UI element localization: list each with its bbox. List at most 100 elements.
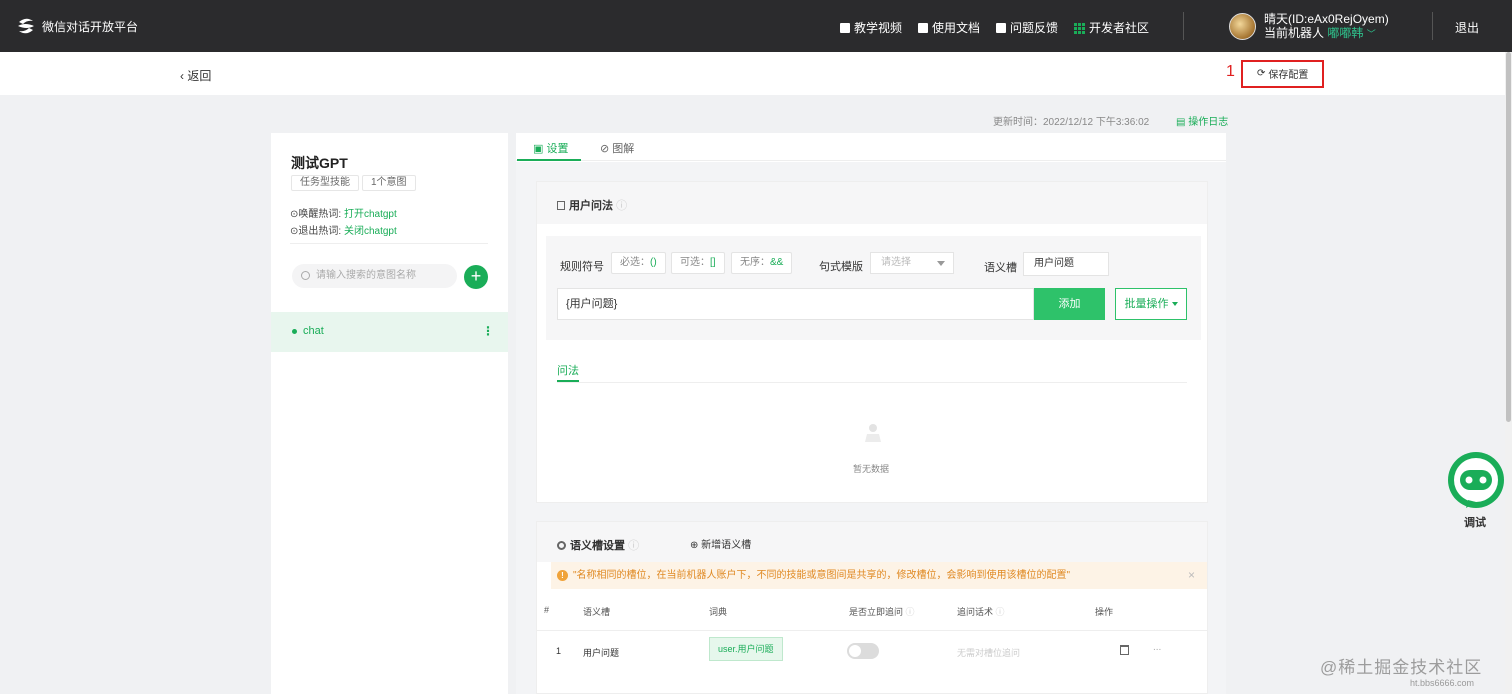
immediate-followup-toggle[interactable] <box>847 643 879 659</box>
document-icon <box>918 22 929 33</box>
card-title: 用户问法 <box>569 200 613 212</box>
column-header: 词典 <box>709 607 728 617</box>
user-menu[interactable]: 晴天(ID:eAx0RejOyem) 当前机器人 嘟嘟韩 ﹀ <box>1229 12 1389 41</box>
divider <box>1183 12 1184 40</box>
close-icon[interactable]: × <box>1188 562 1195 589</box>
annotation-box-1 <box>1241 60 1324 88</box>
user-name: 晴天(ID:eAx0RejOyem) <box>1264 12 1389 26</box>
nav-docs[interactable]: 使用文档 <box>918 19 980 36</box>
more-icon[interactable]: ... <box>1153 642 1161 653</box>
grid-icon <box>1074 22 1086 34</box>
followup-text-input[interactable]: 无需对槽位追问 <box>957 646 1020 659</box>
debug-label[interactable]: 调试 <box>1464 514 1486 530</box>
user-utterance-card: 用户问法 ⓘ 规则符号 必选：() 可选：[] 无序：&& 句式模版 请选择 语… <box>536 181 1208 503</box>
logout-button[interactable]: 退出 <box>1455 19 1479 36</box>
annotation-number-1: 1 <box>1226 63 1235 80</box>
more-icon[interactable]: ⋮ <box>482 324 494 338</box>
divider <box>1432 12 1433 40</box>
help-icon: ⓘ <box>905 607 915 617</box>
top-nav: 教学视频 使用文档 问题反馈 开发者社区 <box>840 19 1149 36</box>
help-icon: ⓘ <box>628 540 640 552</box>
scrollbar-thumb[interactable] <box>1506 52 1511 422</box>
platform-logo-icon <box>18 18 34 34</box>
unordered-symbol-chip[interactable]: 无序：&& <box>731 252 793 274</box>
rule-symbol-label: 规则符号 <box>560 261 604 273</box>
divider <box>557 382 1187 383</box>
wake-hotword: ⊙唤醒热词: 打开chatgpt <box>290 209 397 220</box>
debug-robot-icon[interactable] <box>1446 450 1506 512</box>
column-header: 是否立即追问 ⓘ <box>849 607 915 617</box>
column-header: 追问话术 ⓘ <box>957 607 1005 617</box>
document-icon <box>557 201 565 210</box>
gear-icon <box>557 541 566 550</box>
intent-count-tag: 1个意图 <box>362 175 416 191</box>
dictionary-tag[interactable]: user.用户问题 <box>709 637 783 661</box>
back-button[interactable]: ‹ 返回 <box>180 67 211 84</box>
tab-utterances[interactable]: 问法 <box>557 362 579 378</box>
bot-label: 当前机器人 <box>1264 26 1325 40</box>
empty-box-icon <box>865 424 881 442</box>
nav-feedback[interactable]: 问题反馈 <box>996 19 1058 36</box>
card-header: 语义槽设置 ⓘ ⊕ 新增语义槽 <box>537 522 1207 562</box>
settings-icon: ▣ <box>533 143 547 155</box>
log-icon: ▤ <box>1176 117 1189 128</box>
column-header: 操作 <box>1095 607 1114 617</box>
bot-name: 嘟嘟韩 <box>1327 26 1364 40</box>
template-select[interactable]: 请选择 <box>870 252 954 274</box>
status-dot <box>292 329 297 334</box>
video-icon <box>840 22 850 33</box>
slot-settings-card: 语义槽设置 ⓘ ⊕ 新增语义槽 ! "名称相同的槽位，在当前机器人账户下，不同的… <box>536 521 1208 694</box>
intent-sidebar: 测试GPT 任务型技能 1个意图 ⊙唤醒热词: 打开chatgpt ⊙退出热词:… <box>271 133 508 694</box>
avatar <box>1229 13 1256 40</box>
warning-icon: ! <box>557 570 568 581</box>
alert-text: "名称相同的槽位，在当前机器人账户下，不同的技能或意图间是共享的，修改槽位，会影… <box>573 570 1071 581</box>
rule-editor: 规则符号 必选：() 可选：[] 无序：&& 句式模版 请选择 语义槽 用户问题… <box>546 236 1201 340</box>
search-icon <box>301 271 310 280</box>
slot-input[interactable]: 用户问题 <box>1023 252 1109 276</box>
required-symbol-chip[interactable]: 必选：() <box>611 252 666 274</box>
skill-title: 测试GPT <box>291 155 348 171</box>
batch-operation-button[interactable]: 批量操作 <box>1115 288 1187 320</box>
tab-diagram[interactable]: ⊘ 图解 <box>600 140 634 156</box>
card-header: 用户问法 ⓘ <box>537 182 1207 224</box>
tab-indicator <box>517 159 581 161</box>
help-icon: ⓘ <box>995 607 1005 617</box>
column-header: 语义槽 <box>583 607 611 617</box>
slot-label: 语义槽 <box>984 262 1017 274</box>
skill-type-tag: 任务型技能 <box>291 175 359 191</box>
add-slot-button[interactable]: ⊕ 新增语义槽 <box>690 536 751 551</box>
divider <box>290 243 488 244</box>
card-title: 语义槽设置 <box>570 540 625 552</box>
intent-search-input[interactable]: 请输入搜索的意图名称 <box>292 264 457 288</box>
optional-symbol-chip[interactable]: 可选：[] <box>671 252 725 274</box>
tab-settings[interactable]: ▣ 设置 <box>533 140 568 156</box>
column-header: # <box>544 605 550 615</box>
warning-alert: ! "名称相同的槽位，在当前机器人账户下，不同的技能或意图间是共享的，修改槽位，… <box>551 562 1207 589</box>
intent-label: chat <box>303 325 324 337</box>
tab-bar: ▣ 设置 ⊘ 图解 <box>516 133 1226 161</box>
add-utterance-button[interactable]: 添加 <box>1034 288 1105 320</box>
brand[interactable]: 微信对话开放平台 <box>16 17 138 35</box>
empty-state-text: 暂无数据 <box>853 464 890 474</box>
caret-down-icon <box>937 261 945 266</box>
trash-icon[interactable] <box>1120 645 1129 655</box>
utterance-input[interactable]: {用户问题} <box>557 288 1034 320</box>
help-icon: ⓘ <box>616 200 628 212</box>
diagram-icon: ⊘ <box>600 143 613 155</box>
brand-name: 微信对话开放平台 <box>42 19 139 34</box>
watermark: @稀土掘金技术社区 <box>1320 658 1483 677</box>
nav-tutorial-video[interactable]: 教学视频 <box>840 19 902 36</box>
watermark-url: ht.bbs6666.com <box>1410 678 1475 688</box>
caret-down-icon <box>1171 302 1178 306</box>
operation-log-link[interactable]: ▤ 操作日志 <box>1176 113 1228 128</box>
row-slot-name: 用户问题 <box>583 648 620 658</box>
main-panel: ▣ 设置 ⊘ 图解 用户问法 ⓘ 规则符号 必选：() 可选：[] 无序：&& … <box>516 133 1226 694</box>
divider <box>537 630 1207 631</box>
intent-item-chat[interactable]: chat ⋮ <box>271 312 508 352</box>
top-navbar: 微信对话开放平台 教学视频 使用文档 问题反馈 开发者社区 晴天(ID:eAx0… <box>0 0 1512 52</box>
row-index: 1 <box>556 646 562 656</box>
add-intent-button[interactable]: + <box>464 265 488 289</box>
chevron-down-icon: ﹀ <box>1366 29 1376 39</box>
exit-hotword: ⊙退出热词: 关闭chatgpt <box>290 226 397 237</box>
nav-dev-community[interactable]: 开发者社区 <box>1074 19 1149 36</box>
